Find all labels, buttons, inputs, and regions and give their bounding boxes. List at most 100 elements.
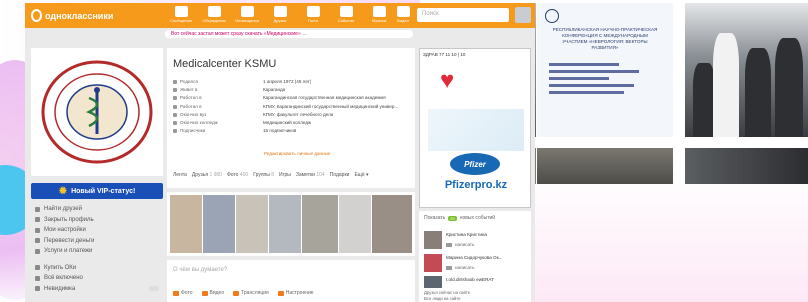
photo-thumbnail[interactable] xyxy=(170,195,202,253)
heart-icon: ♥ xyxy=(440,67,455,94)
events-panel: Показать 20 новых событий Кристина Крист… xyxy=(419,211,531,302)
post-composer: О чём вы думаете? Фото Видео Трансляция … xyxy=(167,260,415,302)
friend-avatar[interactable] xyxy=(424,254,442,272)
conference-title: РЕСПУБЛИКАНСКАЯ НАУЧНО-ПРАКТИЧЕСКАЯ КОНФ… xyxy=(552,27,658,50)
online-links: Друзья сейчас на сайте Все люди на сайте xyxy=(424,290,470,301)
ad-header: ЗДРАВ 77 11 10 | 10 xyxy=(423,52,466,57)
tab-notes[interactable]: Заметки 104 xyxy=(296,172,325,178)
tab-games[interactable]: Игры xyxy=(279,172,291,178)
lock-icon xyxy=(35,217,40,223)
post-input[interactable]: О чём вы думаете? xyxy=(173,267,227,273)
events-count-badge: 20 xyxy=(448,215,457,221)
subscribers-icon xyxy=(173,129,177,134)
person-icon xyxy=(35,206,40,212)
menu-transfer-money[interactable]: Перевести деньги xyxy=(31,236,163,247)
search-input[interactable]: Поиск xyxy=(417,8,509,22)
write-message-link[interactable]: написать xyxy=(446,265,474,270)
info-row: Работал в Карагандинская государственная … xyxy=(173,94,411,102)
message-icon xyxy=(446,242,452,247)
invisible-toggle[interactable] xyxy=(149,286,159,292)
briefcase-icon xyxy=(173,96,177,101)
tab-photos[interactable]: Фото 400 xyxy=(227,172,248,178)
friend-avatar[interactable] xyxy=(424,276,442,288)
video-icon xyxy=(396,6,410,17)
profile-avatar[interactable] xyxy=(31,48,163,176)
package-icon xyxy=(35,275,40,281)
vip-status-button[interactable]: ✹ Новый VIP-статус! xyxy=(31,183,163,199)
ad-illustration xyxy=(428,109,524,151)
post-mood-button[interactable]: Настроение xyxy=(277,290,314,296)
photo-thumbnail[interactable] xyxy=(203,195,235,253)
photo-thumbnail[interactable] xyxy=(236,195,268,253)
nav-friends[interactable]: Друзья xyxy=(262,6,298,24)
photo-thumbnail[interactable] xyxy=(339,195,371,253)
person-figure xyxy=(693,63,715,137)
site-logo[interactable]: одноклассники xyxy=(31,9,113,22)
logo-text: одноклассники xyxy=(45,10,114,21)
nav-messages[interactable]: Сообщения xyxy=(163,6,199,24)
ad-url: Pfizerpro.kz xyxy=(444,179,508,191)
post-actions: Фото Видео Трансляция Настроение xyxy=(173,290,314,296)
profile-tabs: Лента Друзья 1 980 Фото 400 Группы 8 Игр… xyxy=(173,172,369,178)
person-figure xyxy=(713,33,739,137)
nav-discussions[interactable]: Обсуждения xyxy=(196,6,232,24)
notice-banner[interactable]: Вот сейчас застал может сразу скачать «М… xyxy=(165,30,413,38)
background-gradient xyxy=(520,170,808,302)
edit-profile-link[interactable]: Редактировать личные данные xyxy=(264,151,330,156)
tab-friends[interactable]: Друзья 1 980 xyxy=(192,172,222,178)
menu-invisible[interactable]: Невидимка xyxy=(31,284,163,295)
friend-item[interactable]: Кристина Кристина написать xyxy=(424,231,528,253)
pfizer-ad-banner[interactable]: ЗДРАВ 77 11 10 | 10 ♥ Pfizer Pfizerpro.k… xyxy=(419,48,531,208)
friend-avatar[interactable] xyxy=(424,231,442,249)
friends-online-link[interactable]: Друзья сейчас на сайте xyxy=(424,290,470,296)
messages-icon xyxy=(174,6,188,17)
photo-strip xyxy=(167,192,415,256)
money-icon xyxy=(35,238,40,244)
post-video-button[interactable]: Видео xyxy=(201,290,224,296)
tab-gifts[interactable]: Подарки xyxy=(330,172,350,178)
photo-thumbnail[interactable] xyxy=(372,195,412,253)
info-row: Живет в Караганда xyxy=(173,86,411,94)
user-avatar[interactable] xyxy=(515,7,531,23)
star-icon: ✹ xyxy=(58,185,68,197)
university-seal-icon xyxy=(545,9,559,23)
camera-icon xyxy=(173,290,179,296)
all-online-link[interactable]: Все люди на сайте xyxy=(424,296,470,302)
top-navbar: одноклассники Сообщения Обсуждения Опове… xyxy=(25,3,535,28)
photo-thumbnail[interactable] xyxy=(269,195,301,253)
menu-buy-ok[interactable]: Купить ОКи xyxy=(31,263,163,274)
nav-events[interactable]: События xyxy=(328,6,364,24)
photo-tile[interactable] xyxy=(685,148,808,184)
conference-poster-tile[interactable]: РЕСПУБЛИКАНСКАЯ НАУЧНО-ПРАКТИЧЕСКАЯ КОНФ… xyxy=(537,3,673,137)
tab-groups[interactable]: Группы 8 xyxy=(253,172,274,178)
menu-all-inclusive[interactable]: Всё включено xyxy=(31,273,163,284)
photo-tile[interactable] xyxy=(537,148,673,184)
gear-icon xyxy=(35,227,40,233)
post-stream-button[interactable]: Трансляция xyxy=(233,290,269,296)
friend-item[interactable]: Марина Сидорчукова Ок... написать xyxy=(424,254,528,276)
profile-card: Medicalcenter KSMU Родился 1 апреля 1972 … xyxy=(167,48,415,188)
home-icon xyxy=(173,88,177,93)
menu-settings[interactable]: Мои настройки xyxy=(31,225,163,236)
card-icon xyxy=(35,248,40,254)
photo-thumbnail[interactable] xyxy=(302,195,338,253)
ok-logo-icon xyxy=(31,9,42,22)
tab-feed[interactable]: Лента xyxy=(173,172,187,178)
menu-find-friends[interactable]: Найти друзей xyxy=(31,204,163,215)
profile-name: Medicalcenter KSMU xyxy=(173,58,277,70)
nav-notifications[interactable]: Оповещения xyxy=(229,6,265,24)
write-message-link[interactable]: написать xyxy=(446,242,474,247)
nav-guests[interactable]: Гости xyxy=(295,6,331,24)
group-photo-tile[interactable] xyxy=(685,3,808,137)
menu-close-profile[interactable]: Закрыть профиль xyxy=(31,215,163,226)
nav-video[interactable]: Видео xyxy=(385,6,421,24)
music-icon xyxy=(372,6,386,17)
tab-more[interactable]: Ещё ▾ xyxy=(354,172,368,178)
video-icon xyxy=(201,290,208,296)
events-header[interactable]: Показать 20 новых событий xyxy=(424,215,495,221)
pfizer-logo: Pfizer xyxy=(450,153,500,175)
menu-services[interactable]: Услуги и платежи xyxy=(31,246,163,257)
person-figure xyxy=(775,38,803,137)
browser-page: одноклассники Сообщения Обсуждения Опове… xyxy=(25,3,535,302)
post-photo-button[interactable]: Фото xyxy=(173,290,193,296)
